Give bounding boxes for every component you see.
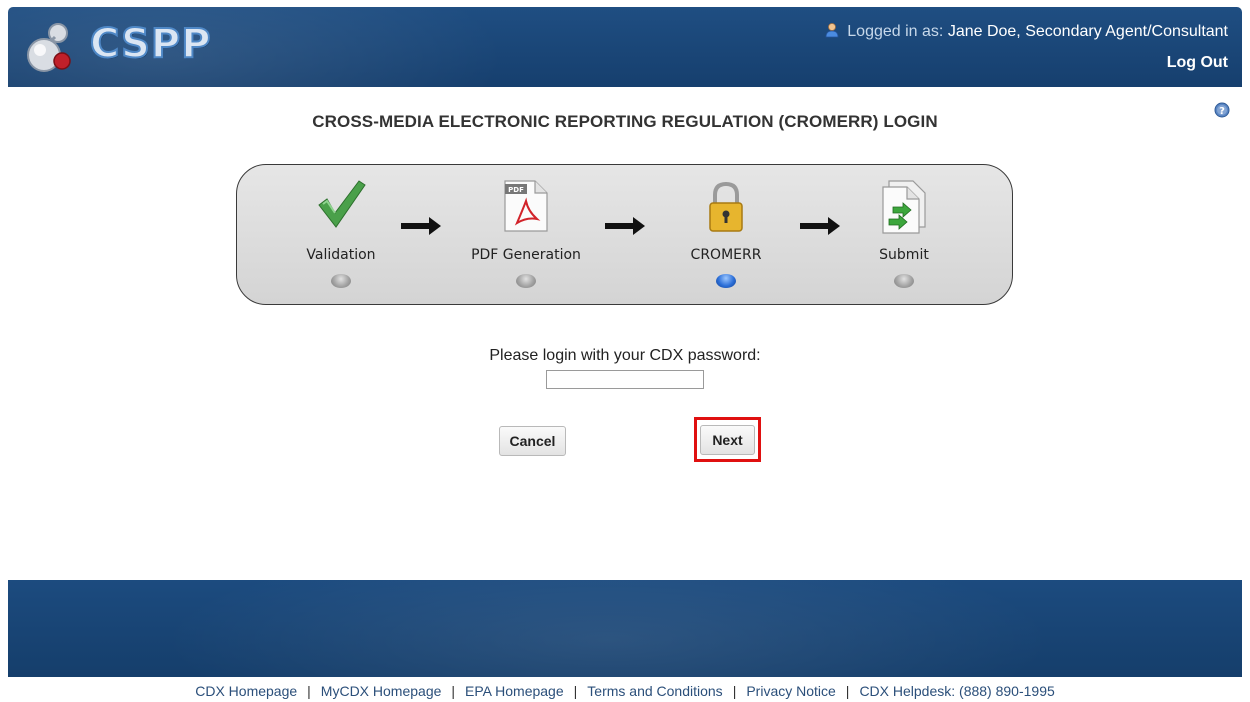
logout-link[interactable]: Log Out <box>1167 54 1228 72</box>
cspp-logo-icon <box>27 23 71 72</box>
footer-link-epa-homepage[interactable]: EPA Homepage <box>465 683 564 699</box>
footer-link-helpdesk[interactable]: CDX Helpdesk: (888) 890-1995 <box>859 683 1054 699</box>
step-indicator <box>516 274 536 288</box>
step-indicator <box>331 274 351 288</box>
next-button[interactable]: Next <box>700 425 755 455</box>
footer-link-cdx-homepage[interactable]: CDX Homepage <box>195 683 297 699</box>
footer-separator: | <box>573 683 578 699</box>
step-label: PDF Generation <box>471 247 581 263</box>
step-indicator-active <box>716 274 736 288</box>
step-indicator <box>894 274 914 288</box>
footer-band <box>8 580 1242 677</box>
header: CSPP Logged in as: Jane Doe, Secondary A… <box>8 7 1242 87</box>
footer-separator: | <box>845 683 850 699</box>
logo-text: CSPP <box>89 20 212 68</box>
user-icon <box>825 23 839 38</box>
footer-separator: | <box>451 683 456 699</box>
footer-link-privacy[interactable]: Privacy Notice <box>746 683 835 699</box>
user-name: Jane Doe, Secondary Agent/Consultant <box>947 23 1228 40</box>
footer-link-mycdx-homepage[interactable]: MyCDX Homepage <box>321 683 442 699</box>
right-arrow-icon <box>605 217 645 235</box>
pdf-badge: PDF <box>508 186 524 194</box>
step-submit: Submit <box>834 165 974 306</box>
step-pdf-generation: PDF PDF Generation <box>456 165 596 306</box>
page-frame: CSPP Logged in as: Jane Doe, Secondary A… <box>8 7 1242 677</box>
padlock-icon <box>709 181 743 232</box>
submit-file-icon <box>882 180 926 234</box>
logged-in-info: Logged in as: Jane Doe, Secondary Agent/… <box>825 22 1228 41</box>
step-cromerr: CROMERR <box>656 165 796 306</box>
footer-separator: | <box>307 683 311 699</box>
footer-separator: | <box>732 683 737 699</box>
password-label: Please login with your CDX password: <box>489 347 761 364</box>
submission-progress: Validation PDF PDF Generation CROMERR Su… <box>236 164 1013 305</box>
logged-in-prefix: Logged in as: <box>847 23 944 40</box>
right-arrow-icon <box>401 217 441 235</box>
checkmark-icon <box>318 180 366 228</box>
cdx-password-input[interactable] <box>546 370 704 389</box>
cancel-button[interactable]: Cancel <box>499 426 566 456</box>
step-label: CROMERR <box>690 247 762 263</box>
pdf-file-icon: PDF <box>504 180 548 232</box>
cspp-logo[interactable]: CSPP <box>22 19 242 75</box>
step-label: Validation <box>306 247 376 263</box>
step-label: Submit <box>879 247 929 263</box>
step-validation: Validation <box>271 165 411 306</box>
footer-link-terms[interactable]: Terms and Conditions <box>587 683 722 699</box>
footer-links: CDX Homepage | MyCDX Homepage | EPA Homepage… <box>0 683 1250 699</box>
page-title: CROSS-MEDIA ELECTRONIC REPORTING REGULAT… <box>312 112 938 131</box>
